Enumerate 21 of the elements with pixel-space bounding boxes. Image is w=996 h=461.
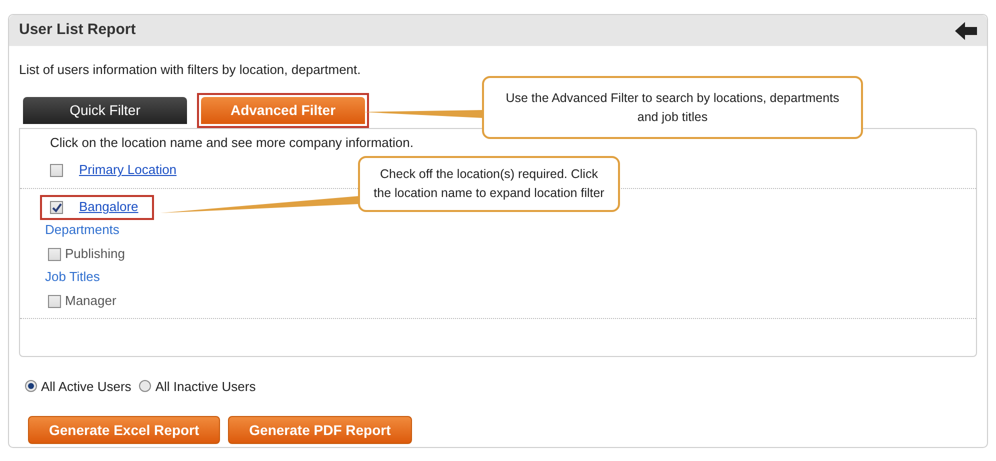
checkbox[interactable] <box>48 248 61 261</box>
panel-title: User List Report <box>19 20 136 40</box>
checkbox[interactable] <box>50 201 63 214</box>
tab[interactable]: Quick Filter <box>23 96 187 124</box>
instruction-text: Click on the location name and see more company information. <box>49 134 414 152</box>
checkbox[interactable] <box>48 294 61 308</box>
radio-button[interactable] <box>25 380 37 392</box>
radio-button[interactable] <box>139 380 152 392</box>
callout: Use the Advanced Filter to search by locations, departments and job titles <box>482 76 863 139</box>
section-heading: Job Titles <box>44 268 101 286</box>
radio-label: All Active Users <box>41 378 132 396</box>
option-label: Manager <box>65 292 116 310</box>
location-link[interactable]: Primary Location <box>79 162 177 180</box>
location-link[interactable]: Bangalore <box>79 199 138 216</box>
option-label: Publishing <box>65 246 125 263</box>
description-text: List of users information with filters by location, department. <box>19 61 362 79</box>
radio-label: All Inactive Users <box>155 378 256 396</box>
section-heading: Departments <box>44 222 120 240</box>
checkbox[interactable] <box>50 164 63 178</box>
back-arrow-icon[interactable] <box>955 22 977 40</box>
callout: Check off the location(s) required. Click the location name to expand location filter <box>358 156 620 212</box>
